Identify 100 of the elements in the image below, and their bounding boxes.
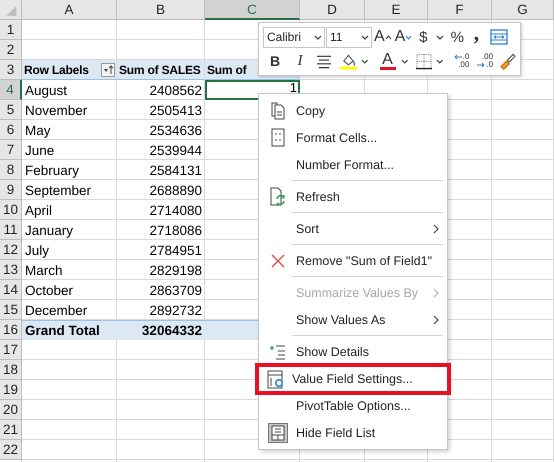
- table-cell: 2714080: [149, 202, 202, 218]
- table-cell: June: [25, 142, 54, 158]
- decrease-font-button[interactable]: A: [394, 26, 414, 48]
- filter-button[interactable]: [101, 62, 115, 76]
- column-header[interactable]: E: [365, 0, 428, 20]
- row-header[interactable]: 12: [0, 240, 22, 260]
- table-cell: January: [25, 222, 74, 238]
- decrease-decimal-button[interactable]: .00 .0: [471, 50, 494, 72]
- dropdown-caret-icon[interactable]: [360, 58, 368, 64]
- increase-decimal-button[interactable]: .0 .00: [448, 50, 470, 72]
- highlighted-menu-item[interactable]: Value Field Settings...: [255, 363, 451, 395]
- column-header[interactable]: B: [117, 0, 205, 20]
- menu-item[interactable]: Show Values As: [259, 306, 447, 333]
- copy-icon: [269, 101, 286, 120]
- increase-font-button[interactable]: A: [373, 26, 393, 48]
- header-cell: Row Labels: [22, 60, 117, 80]
- row-header[interactable]: 1: [0, 20, 22, 40]
- caret-icon: [405, 34, 412, 40]
- dropdown-caret-icon[interactable]: [436, 58, 444, 64]
- total-cell: 32064332: [117, 320, 205, 340]
- menu-item[interactable]: Copy: [259, 97, 447, 124]
- dropdown-caret-icon[interactable]: [436, 34, 444, 40]
- font-name-field[interactable]: Calibri: [263, 26, 325, 48]
- menu-item[interactable]: Refresh: [259, 183, 447, 210]
- row-header[interactable]: 4: [0, 80, 22, 100]
- settings-icon: [267, 370, 284, 388]
- menu-item[interactable]: Remove "Sum of Field1": [259, 247, 447, 274]
- table-cell: 2584131: [149, 162, 202, 178]
- row-header[interactable]: 15: [0, 300, 22, 320]
- table-cell: May: [25, 122, 51, 138]
- table-cell: March: [25, 262, 63, 278]
- paintbrush-icon[interactable]: [499, 52, 516, 70]
- table-cell: November: [25, 102, 88, 118]
- table-cell: 2892732: [149, 302, 202, 318]
- row-header[interactable]: 5: [0, 100, 22, 120]
- dropdown-caret-icon: [314, 34, 322, 40]
- row-header[interactable]: 13: [0, 260, 22, 280]
- table-cell: 2534636: [149, 122, 202, 138]
- row-header[interactable]: 7: [0, 140, 22, 160]
- color-bar-icon: [380, 66, 396, 70]
- merge-center-icon[interactable]: [490, 29, 508, 45]
- row-header[interactable]: 3: [0, 60, 22, 80]
- comma-style-button[interactable]: ,: [467, 26, 486, 48]
- header-cell: Sum of SALES: [117, 60, 205, 80]
- format-button[interactable]: $: [414, 26, 432, 48]
- row-header[interactable]: 16: [0, 320, 22, 340]
- row-header[interactable]: 21: [0, 420, 22, 440]
- arrow-icon: [477, 62, 486, 68]
- row-header[interactable]: 10: [0, 200, 22, 220]
- menu-item[interactable]: Show Details: [259, 338, 447, 365]
- dropdown-caret-icon: [361, 34, 369, 40]
- table-cell: September: [25, 182, 92, 198]
- menu-item[interactable]: Hide Field List: [259, 419, 447, 446]
- table-cell: 2784951: [149, 242, 202, 258]
- column-header[interactable]: D: [300, 0, 365, 20]
- table-cell: 2688890: [149, 182, 202, 198]
- field-list-icon: [268, 422, 288, 442]
- menu-item[interactable]: PivotTable Options...: [259, 392, 447, 419]
- menu-item[interactable]: Format Cells...: [259, 124, 447, 151]
- table-cell: 2863709: [149, 282, 202, 298]
- menu-item[interactable]: Sort: [259, 215, 447, 242]
- column-header[interactable]: A: [22, 0, 117, 20]
- table-cell: July: [25, 242, 50, 258]
- font-color-button[interactable]: A: [378, 50, 396, 72]
- column-header[interactable]: F: [428, 0, 492, 20]
- table-cell: 2539944: [149, 142, 202, 158]
- table-cell: 2829198: [149, 262, 202, 278]
- format-cells-icon: [270, 128, 286, 147]
- remove-icon: [270, 252, 286, 268]
- row-header[interactable]: 17: [0, 340, 22, 360]
- borders-icon[interactable]: [416, 52, 432, 70]
- row-header[interactable]: 9: [0, 180, 22, 200]
- dropdown-caret-icon[interactable]: [400, 58, 408, 64]
- row-header[interactable]: 2: [0, 40, 22, 60]
- row-header[interactable]: 20: [0, 400, 22, 420]
- table-cell: 2408562: [149, 82, 202, 98]
- table-cell: August: [25, 82, 68, 98]
- row-header[interactable]: 8: [0, 160, 22, 180]
- format-button[interactable]: %: [448, 26, 466, 48]
- fill-color-icon[interactable]: [340, 52, 357, 70]
- row-header[interactable]: 18: [0, 360, 22, 380]
- table-cell: April: [25, 202, 52, 218]
- table-cell: 2505413: [149, 102, 202, 118]
- active-cell: 1: [205, 80, 300, 100]
- table-cell: 2718086: [149, 222, 202, 238]
- total-cell: Grand Total: [22, 320, 117, 340]
- caret-icon: [384, 34, 392, 40]
- row-header[interactable]: 11: [0, 220, 22, 240]
- row-header[interactable]: 19: [0, 380, 22, 400]
- row-header[interactable]: 22: [0, 440, 22, 460]
- font-size-field[interactable]: 11: [326, 26, 372, 48]
- menu-item[interactable]: Number Format...: [259, 151, 447, 178]
- table-cell: October: [25, 282, 74, 298]
- arrow-icon: [454, 54, 462, 60]
- column-header[interactable]: G: [492, 0, 554, 20]
- row-header[interactable]: 6: [0, 120, 22, 140]
- table-cell: February: [25, 162, 80, 178]
- column-header[interactable]: C: [205, 0, 300, 20]
- show-details-icon: [269, 342, 286, 360]
- row-header[interactable]: 14: [0, 280, 22, 300]
